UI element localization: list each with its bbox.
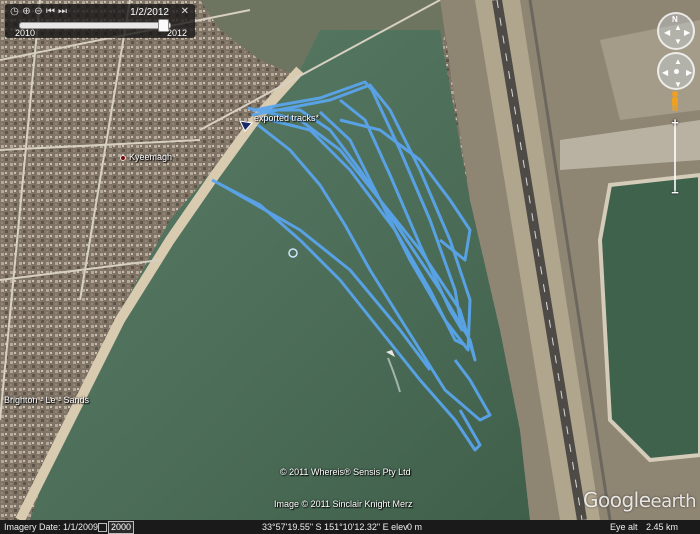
current-date: 1/2/2012: [130, 7, 169, 18]
zoom-out-button[interactable]: −: [667, 186, 683, 200]
place-label-brighton-le-sands[interactable]: Brighton - Le - Sands: [4, 395, 89, 405]
reservoir-water: [597, 172, 700, 463]
google-earth-logo: Googleearth: [583, 488, 697, 512]
logo-word-2: earth: [650, 491, 697, 512]
move-up-icon[interactable]: ▲: [674, 58, 682, 66]
end-year: 2012: [166, 28, 187, 38]
track-label[interactable]: exported tracks*: [254, 113, 319, 123]
arrow-down-icon[interactable]: ▼: [674, 38, 682, 46]
forward-icon[interactable]: ⏭: [57, 6, 68, 17]
place-label-kyeemagh[interactable]: Kyeemagh: [129, 152, 172, 162]
hand-icon: [674, 69, 679, 74]
move-right-icon[interactable]: ▶: [686, 69, 692, 77]
time-track[interactable]: [19, 22, 171, 29]
place-pin-icon[interactable]: [120, 155, 126, 161]
copyright-skm: Image © 2011 Sinclair Knight Merz: [274, 499, 413, 509]
logo-word-1: Google: [583, 488, 651, 512]
rewind-icon[interactable]: ⏮: [45, 6, 56, 17]
satellite-map[interactable]: [0, 0, 700, 534]
imagery-date-icon[interactable]: [98, 523, 107, 532]
pegman-icon[interactable]: [669, 90, 681, 112]
wrench-icon[interactable]: ✕: [181, 6, 189, 17]
eye-alt-label: Eye alt: [610, 522, 638, 532]
clock-icon[interactable]: ◷: [9, 6, 20, 17]
copyright-whereis: © 2011 Whereis® Sensis Pty Ltd: [280, 467, 411, 477]
move-left-icon[interactable]: ◀: [662, 69, 668, 77]
look-joystick[interactable]: N ▲ ▼ ◀ ▶: [657, 12, 695, 50]
eye-alt-value: 2.45 km: [646, 522, 679, 532]
start-year: 2010: [15, 28, 36, 38]
imagery-year-box[interactable]: 2000: [108, 521, 134, 534]
arrow-left-icon[interactable]: ◀: [664, 29, 670, 37]
zoom-slider[interactable]: [674, 126, 676, 192]
pointer-coordinates: 33°57'19.55" S 151°10'12.32" E elev: [262, 522, 408, 532]
zoom-out-time-icon[interactable]: ⊖: [33, 6, 44, 17]
arrow-up-icon[interactable]: ▲: [674, 24, 682, 32]
move-joystick[interactable]: ▲ ▼ ◀ ▶: [657, 52, 695, 90]
zoom-in-time-icon[interactable]: ⊕: [21, 6, 32, 17]
imagery-date: Imagery Date: 1/1/2009: [4, 522, 99, 532]
historical-imagery-slider: ◷ ⊕ ⊖ ⏮ ⏭ 1/2/2012 ✕ 2010 2012: [5, 4, 195, 38]
earth-viewport[interactable]: Kyeemagh Brighton - Le - Sands exported …: [0, 0, 700, 534]
arrow-right-icon[interactable]: ▶: [684, 29, 690, 37]
elevation-value: 0 m: [407, 522, 423, 532]
move-down-icon[interactable]: ▼: [674, 81, 682, 89]
